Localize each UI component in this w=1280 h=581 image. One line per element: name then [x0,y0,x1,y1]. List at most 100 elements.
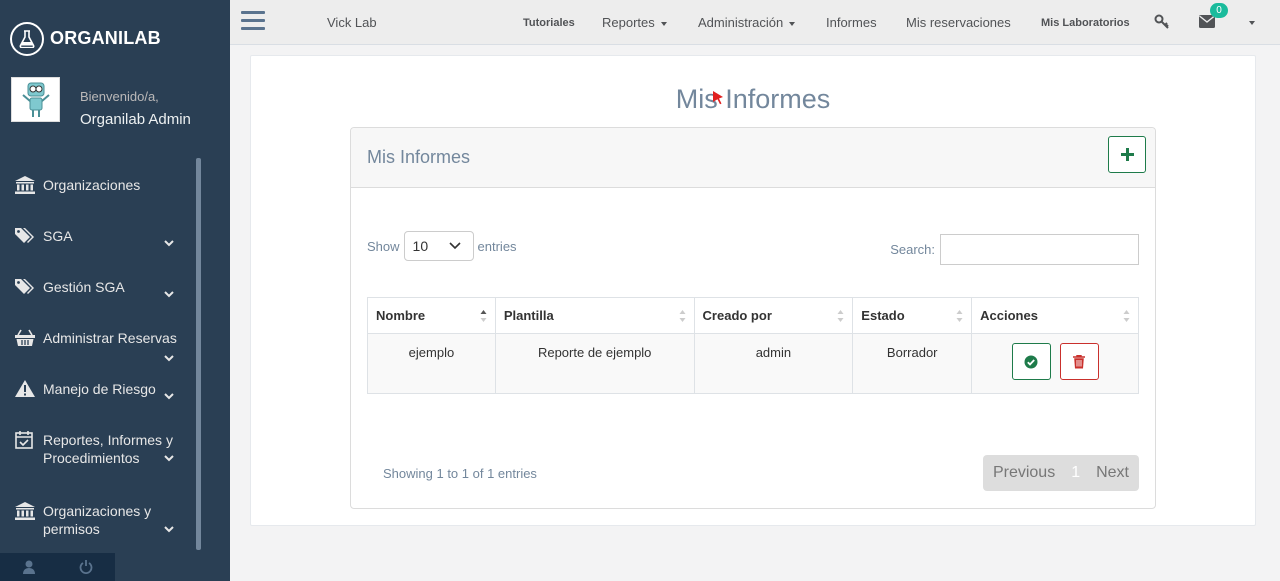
column-header-plantilla[interactable]: Plantilla [494,297,695,334]
mouse-cursor-icon [713,91,723,105]
entries-select-value: 10 [412,238,429,254]
sort-icon [837,310,844,322]
page-button-current[interactable]: 1 [1065,455,1086,491]
sidebar-item-administrar-reservas[interactable]: Administrar Reservas [0,319,196,370]
nav-mis-reservaciones[interactable]: Mis reservaciones [906,15,1011,30]
chevron-down-icon [164,455,174,462]
show-label: Show [367,238,400,254]
column-header-acciones[interactable]: Acciones [971,297,1139,334]
sidebar-item-label: Organizaciones [43,177,141,194]
cell-plantilla: Reporte de ejemplo [494,333,695,394]
table-row: ejemplo Reporte de ejemplo admin Borrado… [367,333,1139,394]
chevron-down-icon [164,291,174,298]
sidebar-item-manejo-de-riesgo[interactable]: Manejo de Riesgo [0,370,196,421]
tags-icon [15,278,37,296]
sidebar-menu: Organizaciones SGA Gestión SGA Administr… [0,166,196,543]
avatar [11,77,60,122]
sidebar-item-label: Manejo de Riesgo [43,381,156,398]
nav-administracion[interactable]: Administración [698,15,796,30]
search-input[interactable] [940,234,1139,265]
nav-reportes[interactable]: Reportes [602,15,667,30]
sidebar-item-label: Administrar Reservas [43,330,177,347]
caret-down-icon [1249,20,1255,25]
entries-select[interactable]: 10 [403,231,474,261]
menu-toggle-icon[interactable] [241,11,265,31]
chevron-down-icon [164,240,174,247]
bank-icon [15,176,37,195]
envelope-icon[interactable] [1199,15,1215,31]
sidebar-item-label: SGA [43,228,73,245]
chevron-down-icon [448,242,461,250]
chevron-down-icon [164,393,174,400]
trash-icon [1073,354,1086,368]
column-header-label: Estado [861,308,905,323]
nav-tutoriales[interactable]: Tutoriales [523,17,575,29]
sidebar-item-label: Organizaciones y permisos [43,503,152,537]
content-panel: Mis Informes Mis Informes Show 10 entrie… [250,55,1256,526]
sort-icon [679,310,686,322]
entries-length-control: Show 10 entries [367,231,517,261]
sort-asc-icon [480,310,487,322]
card-title: Mis Informes [367,147,471,167]
notification-badge: 0 [1210,3,1228,18]
warning-icon [15,380,37,398]
column-header-label: Nombre [376,308,426,323]
sidebar-item-organizaciones[interactable]: Organizaciones [0,166,196,217]
chevron-down-icon [164,355,174,362]
sidebar-scrollbar[interactable] [196,158,201,550]
cell-acciones [971,333,1139,394]
cell-nombre: ejemplo [367,333,496,394]
sidebar-item-organizaciones-permisos[interactable]: Organizaciones y permisos [0,492,196,543]
cell-creado-por: admin [693,333,854,394]
column-header-estado[interactable]: Estado [852,297,973,334]
sort-icon [956,310,963,322]
column-header-label: Creado por [702,308,772,323]
column-header-creado-por[interactable]: Creado por [693,297,854,334]
add-informe-button[interactable] [1108,136,1146,173]
calendar-check-icon [15,431,37,449]
column-header-nombre[interactable]: Nombre [367,297,496,334]
table-info: Showing 1 to 1 of 1 entries [383,466,537,481]
sidebar-item-gestion-sga[interactable]: Gestión SGA [0,268,196,319]
delete-button[interactable] [1059,343,1099,380]
cell-estado: Borrador [852,333,973,394]
brand[interactable]: ORGANILAB [0,0,230,77]
search-label: Search: [890,242,935,257]
page-title: Mis Informes [675,84,831,114]
key-icon[interactable] [1154,14,1169,32]
tags-icon [15,227,37,245]
sidebar-item-label: Reportes, Informes y Procedimientos [43,432,173,466]
brand-name: ORGANILAB [50,28,161,48]
informes-card: Mis Informes Show 10 entries Search: Nom… [350,127,1156,509]
approve-button[interactable] [1011,343,1051,380]
bank-icon [15,502,37,520]
search-control: Search: [890,234,1139,265]
power-icon[interactable] [58,553,116,581]
profile-name: Organilab Admin [80,111,191,128]
next-button[interactable]: Next [1086,455,1139,491]
nav-administracion-label: Administración [698,15,784,30]
basket-icon [15,329,37,347]
nav-lab-name[interactable]: Vick Lab [327,15,377,30]
top-navbar: Vick Lab Tutoriales Reportes Administrac… [230,0,1280,45]
table-header-row: Nombre Plantilla Creado por Estado Accio… [367,297,1139,334]
chevron-down-icon [164,526,174,533]
column-header-label: Acciones [980,308,1038,323]
user-icon[interactable] [0,553,58,581]
profile: Bienvenido/a, Organilab Admin [0,77,230,157]
sidebar: ORGANILAB Bienvenido/a, Organilab Admin … [0,0,230,581]
card-header: Mis Informes [351,128,1155,188]
nav-informes[interactable]: Informes [826,15,877,30]
previous-button[interactable]: Previous [983,455,1065,491]
sidebar-item-sga[interactable]: SGA [0,217,196,268]
pagination: Previous 1 Next [982,455,1139,491]
nav-mis-laboratorios[interactable]: Mis Laboratorios [1041,17,1130,29]
sidebar-item-reportes-informes[interactable]: Reportes, Informes y Procedimientos [0,421,196,492]
column-header-label: Plantilla [503,308,554,323]
informes-table: Nombre Plantilla Creado por Estado Accio… [367,297,1139,394]
plus-icon [1120,148,1134,161]
nav-reportes-label: Reportes [602,15,655,30]
entries-label: entries [477,238,517,254]
caret-down-icon [789,21,796,26]
user-menu-toggle[interactable] [1243,14,1255,29]
